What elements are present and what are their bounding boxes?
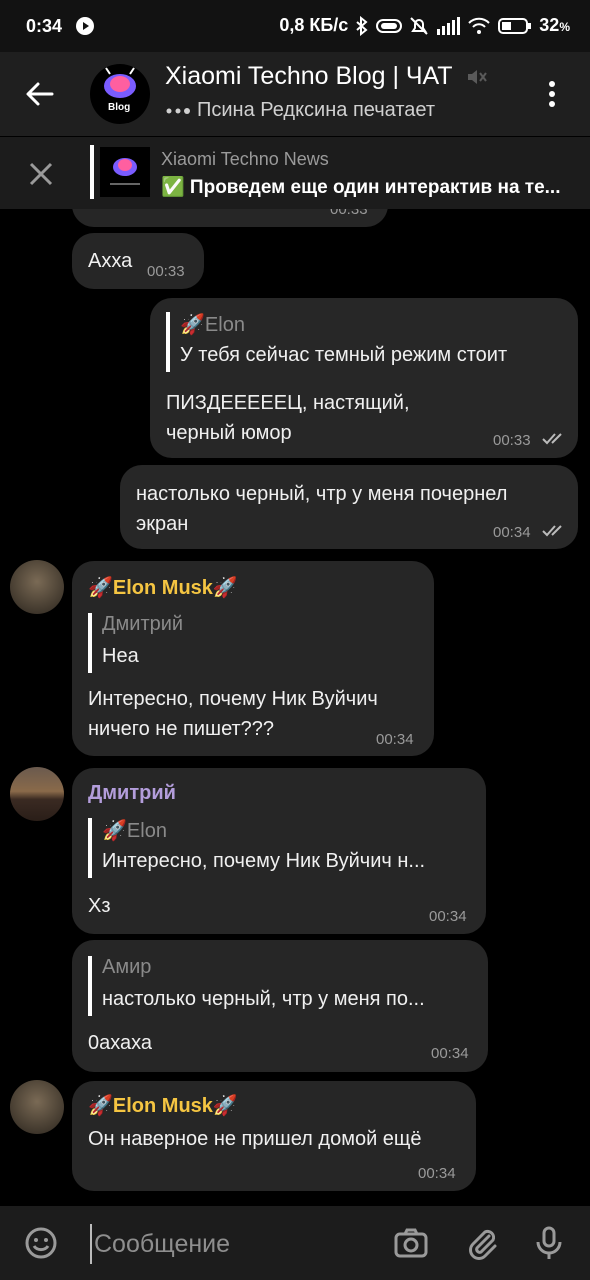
message-bubble-outgoing[interactable]: 🚀Elon У тебя сейчас темный режим стоит П…: [150, 298, 578, 458]
message-text-line2: ничего не пишет???: [88, 718, 275, 740]
bluetooth-icon: [356, 15, 368, 36]
message-text: Ахха: [88, 250, 133, 272]
rocket-icon: 🚀: [212, 577, 238, 599]
message-text-line1: ПИЗДЕЕЕЕЕЦ, настящий,: [166, 392, 410, 414]
avatar-elon[interactable]: [10, 560, 64, 614]
microphone-icon[interactable]: [532, 1226, 566, 1260]
rocket-icon: 🚀: [180, 314, 205, 336]
quote-bar: [88, 613, 92, 673]
message-text: 0ахаха: [88, 1032, 153, 1054]
battery-unit: %: [559, 20, 570, 34]
message-bubble-partial[interactable]: 00:33: [72, 209, 388, 227]
sender-name[interactable]: Дмитрий: [88, 782, 176, 805]
chat-title-text: Xiaomi Techno Blog | ЧАТ: [165, 62, 453, 90]
message-input-bar: [0, 1206, 590, 1280]
sender-name[interactable]: 🚀Elon Musk🚀: [88, 575, 238, 600]
reply-quote[interactable]: 🚀Elon У тебя сейчас темный режим стоит: [166, 312, 566, 372]
message-time: 00:34: [493, 524, 531, 541]
pinned-accent-bar: [90, 145, 94, 199]
double-check-icon: [542, 433, 562, 445]
pinned-message[interactable]: Xiaomi Techno News ✅ Проведем еще один и…: [0, 137, 590, 209]
message-bubble[interactable]: 🚀Elon Musk🚀 Дмитрий Неа Интересно, почем…: [72, 561, 434, 756]
message-time: 00:34: [431, 1045, 469, 1062]
message-time: 00:34: [429, 908, 467, 925]
reply-quote[interactable]: Дмитрий Неа: [88, 613, 418, 673]
message-text-line2: экран: [136, 513, 189, 535]
message-bubble[interactable]: 🚀Elon Musk🚀 Он наверное не пришел домой …: [72, 1081, 476, 1191]
message-time: 00:34: [418, 1165, 456, 1182]
quote-author: Дмитрий: [102, 613, 184, 635]
chat-title[interactable]: Xiaomi Techno Blog | ЧАТ: [165, 62, 488, 91]
quote-text: У тебя сейчас темный режим стоит: [180, 344, 508, 366]
message-time: 00:34: [376, 731, 414, 748]
back-arrow-icon[interactable]: [24, 78, 56, 110]
emoji-icon[interactable]: [24, 1226, 58, 1260]
signal-icon: [437, 16, 461, 35]
quote-author: 🚀Elon: [180, 312, 245, 337]
typing-dots-icon: [166, 107, 190, 114]
message-bubble-outgoing[interactable]: настолько черный, чтр у меня почернел эк…: [120, 465, 578, 549]
rocket-icon: 🚀: [88, 577, 113, 599]
record-icon: [76, 17, 94, 35]
quote-author: Амир: [102, 956, 152, 978]
reply-quote[interactable]: 🚀Elon Интересно, почему Ник Вуйчич н...: [88, 818, 468, 878]
rocket-icon: 🚀: [102, 820, 127, 842]
vibrate-icon: [376, 18, 403, 33]
message-time: 00:33: [493, 432, 531, 449]
quote-text: Неа: [102, 645, 139, 667]
avatar-elon[interactable]: [10, 1080, 64, 1134]
pinned-channel: Xiaomi Techno News: [161, 149, 329, 169]
avatar-dmitry[interactable]: [10, 767, 64, 821]
message-time-partial: 00:33: [330, 209, 368, 218]
sender-name-text: Elon Musk: [112, 577, 213, 599]
message-bubble[interactable]: Дмитрий 🚀Elon Интересно, почему Ник Вуйч…: [72, 768, 486, 934]
double-check-icon: [542, 525, 562, 537]
message-time: 00:33: [147, 263, 185, 280]
quote-author: 🚀Elon: [102, 818, 167, 843]
message-bubble[interactable]: Ахха 00:33: [72, 233, 204, 289]
quote-author-text: Elon: [126, 820, 167, 842]
quote-bar: [88, 818, 92, 878]
attach-icon[interactable]: [465, 1226, 499, 1260]
chat-avatar[interactable]: Blog: [90, 64, 150, 124]
message-text-line1: Интересно, почему Ник Вуйчич: [88, 688, 378, 710]
battery-icon: [498, 17, 532, 34]
message-input[interactable]: [90, 1224, 370, 1264]
muted-speaker-icon: [467, 70, 487, 85]
message-text-line2: черный юмор: [166, 422, 292, 444]
mute-bell-icon: [410, 16, 429, 35]
rocket-icon: 🚀: [88, 1095, 113, 1117]
typing-status: Псина Редксина печатает: [165, 99, 435, 122]
message-bubble[interactable]: Амир настолько черный, чтр у меня по... …: [72, 940, 488, 1072]
reply-quote[interactable]: Амир настолько черный, чтр у меня по...: [88, 956, 472, 1016]
status-bar: 0:34 0,8 КБ/с 32%: [0, 0, 590, 52]
quote-bar: [88, 956, 92, 1016]
typing-status-text: Псина Редксина печатает: [197, 99, 436, 121]
close-icon[interactable]: [24, 157, 58, 191]
pinned-text: ✅ Проведем еще один интерактив на те...: [161, 177, 561, 198]
rocket-icon: 🚀: [212, 1095, 238, 1117]
message-text: Он наверное не пришел домой ещё: [88, 1128, 422, 1150]
sender-name[interactable]: 🚀Elon Musk🚀: [88, 1093, 238, 1118]
chat-avatar-label: Blog: [108, 102, 131, 113]
message-text-line1: настолько черный, чтр у меня почернел: [136, 483, 508, 505]
quote-bar: [166, 312, 170, 372]
message-text: Хз: [88, 895, 111, 917]
chat-header: Blog Xiaomi Techno Blog | ЧАТ Псина Редк…: [0, 52, 590, 136]
status-time: 0:34: [26, 16, 63, 36]
quote-author-text: Elon: [204, 314, 245, 336]
sender-name-text: Elon Musk: [112, 1095, 213, 1117]
wifi-icon: [468, 17, 491, 34]
camera-icon[interactable]: [394, 1226, 428, 1260]
more-vert-icon[interactable]: [538, 80, 566, 108]
quote-text: Интересно, почему Ник Вуйчич н...: [102, 850, 426, 872]
pinned-thumbnail: [100, 147, 150, 197]
network-speed: 0,8 КБ/с: [279, 15, 349, 35]
quote-text: настолько черный, чтр у меня по...: [102, 988, 425, 1010]
battery-percent: 32: [539, 15, 560, 35]
